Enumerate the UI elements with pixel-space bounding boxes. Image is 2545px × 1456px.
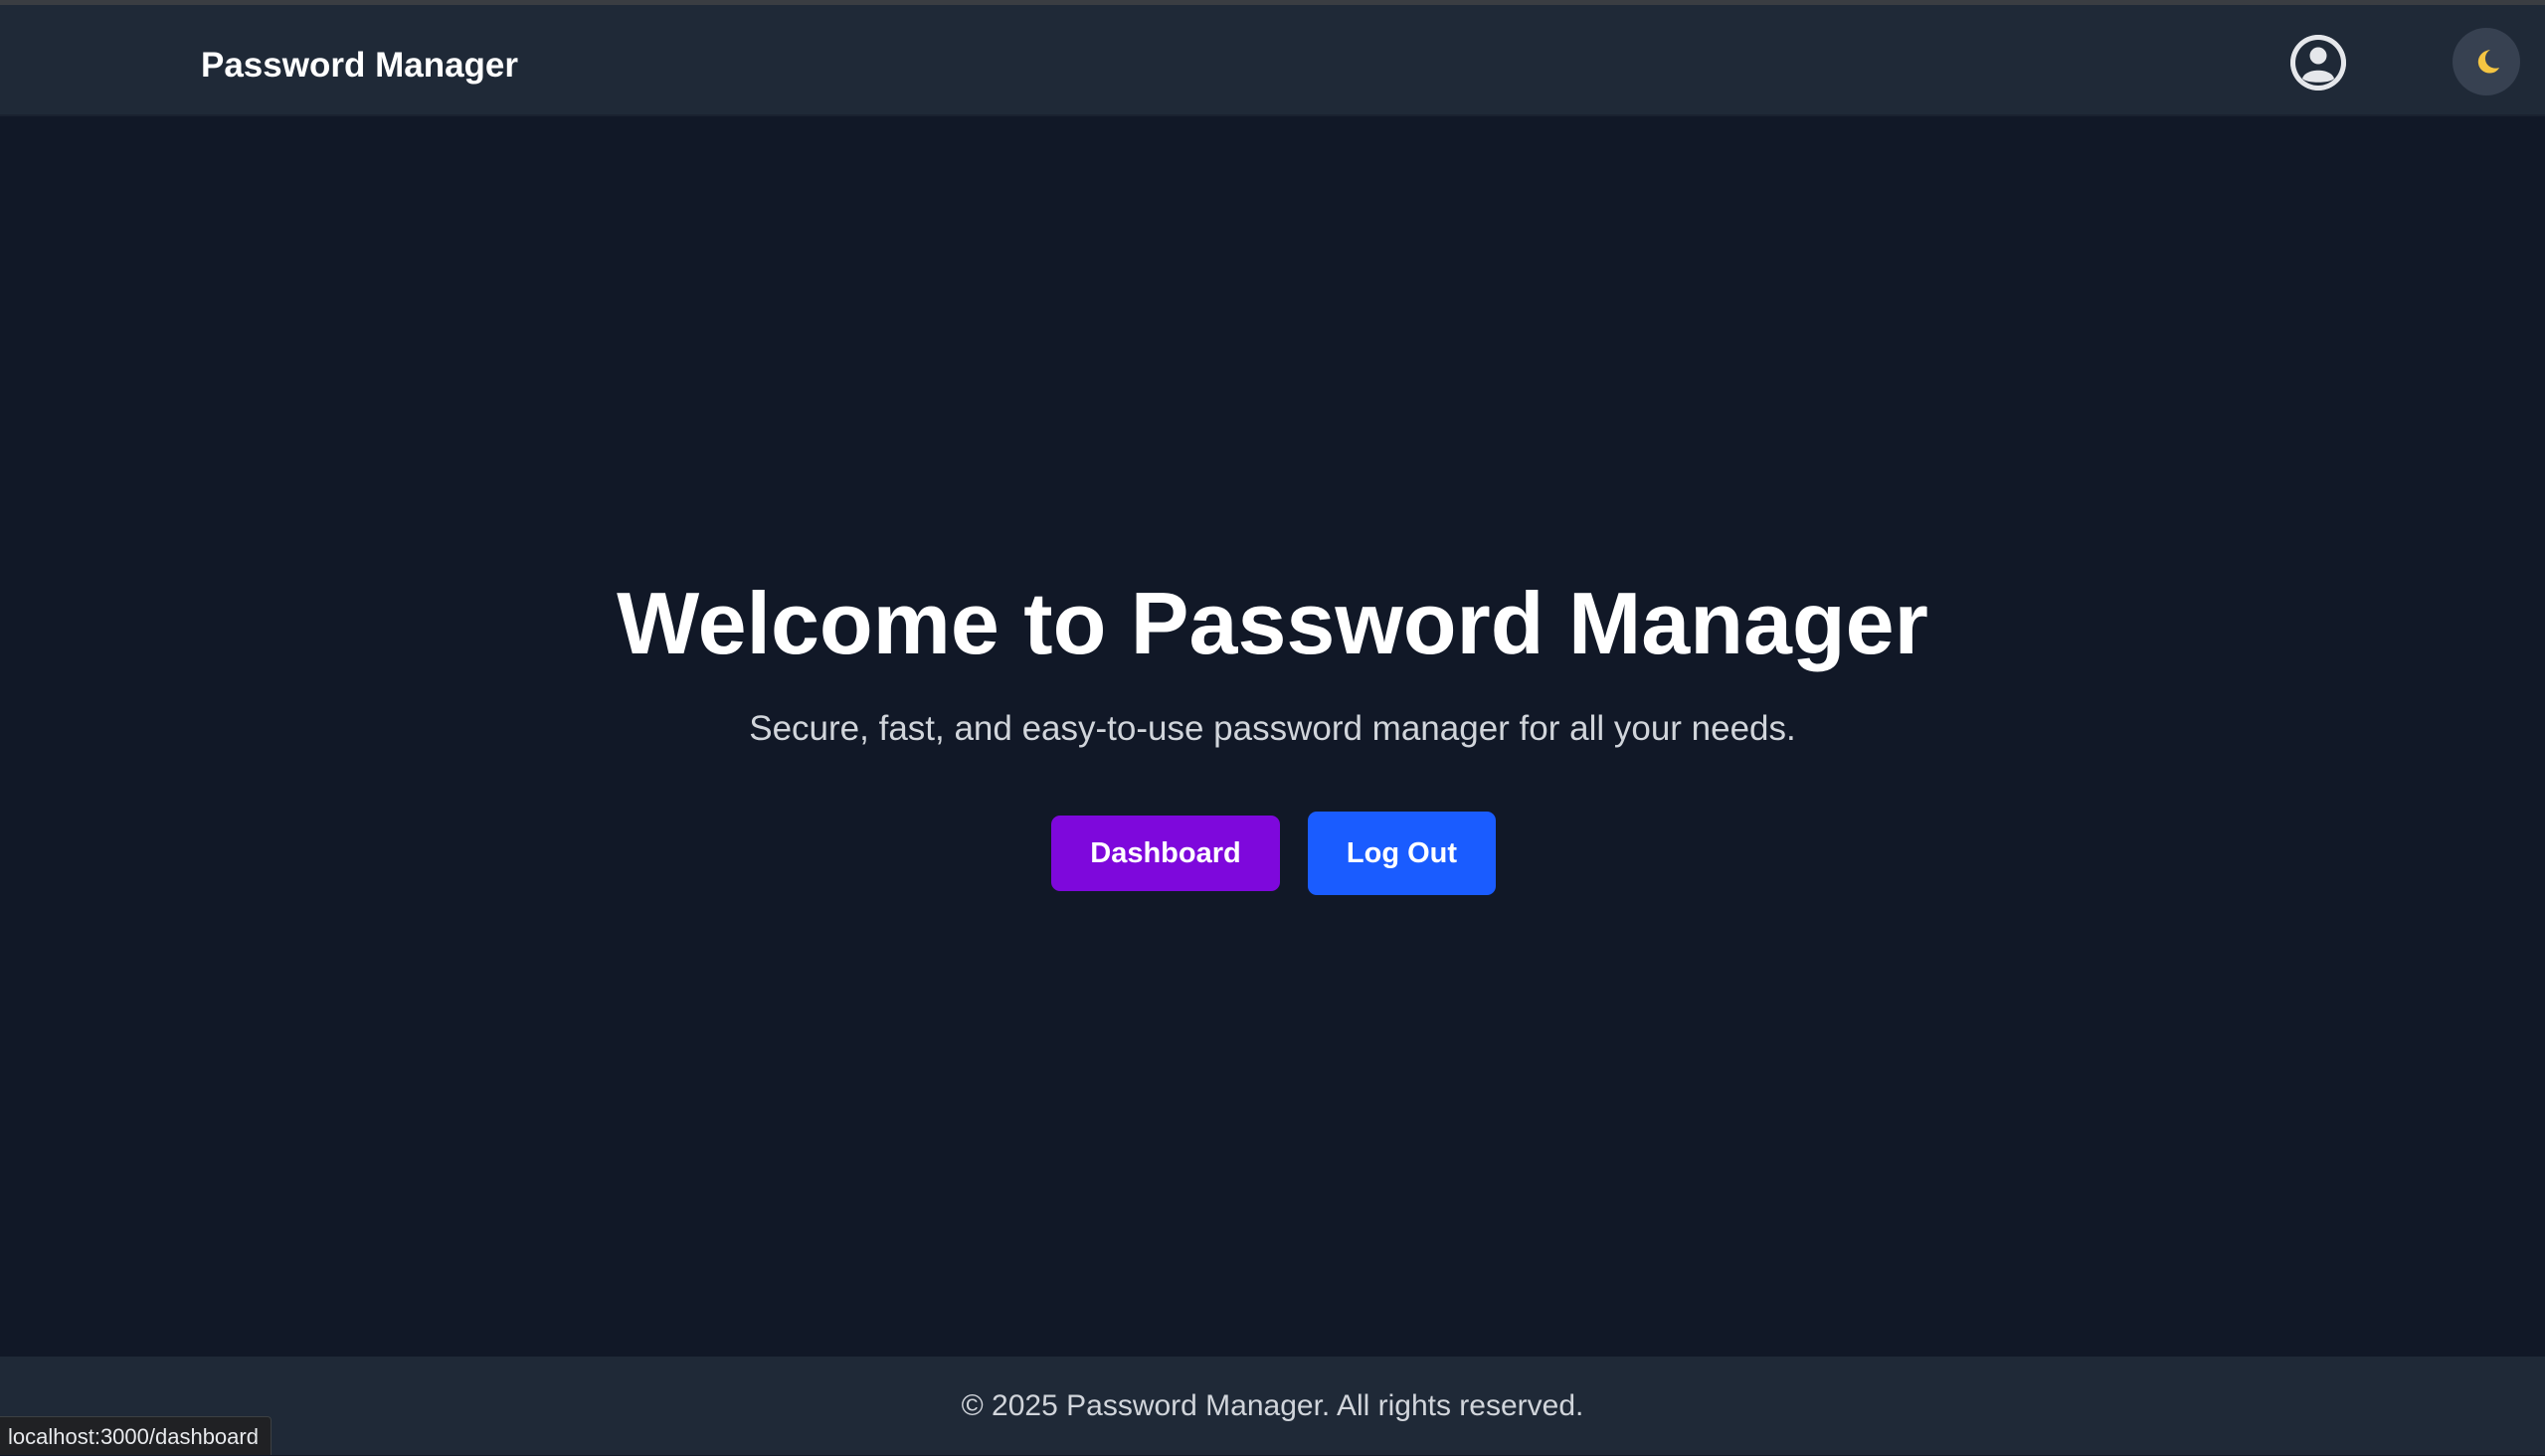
hero-subtitle: Secure, fast, and easy-to-use password m… [749, 709, 1796, 748]
user-avatar-button[interactable] [2290, 35, 2346, 91]
footer-copyright: © 2025 Password Manager. All rights rese… [961, 1389, 1584, 1422]
footer: © 2025 Password Manager. All rights rese… [0, 1357, 2545, 1455]
moon-icon [2477, 50, 2499, 74]
main-content: Welcome to Password Manager Secure, fast… [0, 116, 2545, 1357]
theme-toggle-button[interactable] [2453, 28, 2520, 95]
navbar: Password Manager [0, 5, 2545, 116]
dashboard-button[interactable]: Dashboard [1051, 816, 1280, 891]
hero-title: Welcome to Password Manager [617, 574, 1928, 672]
status-bar-url: localhost:3000/dashboard [0, 1416, 272, 1455]
brand-title[interactable]: Password Manager [201, 45, 518, 87]
log-out-button[interactable]: Log Out [1308, 812, 1496, 895]
user-avatar-icon [2290, 35, 2346, 91]
